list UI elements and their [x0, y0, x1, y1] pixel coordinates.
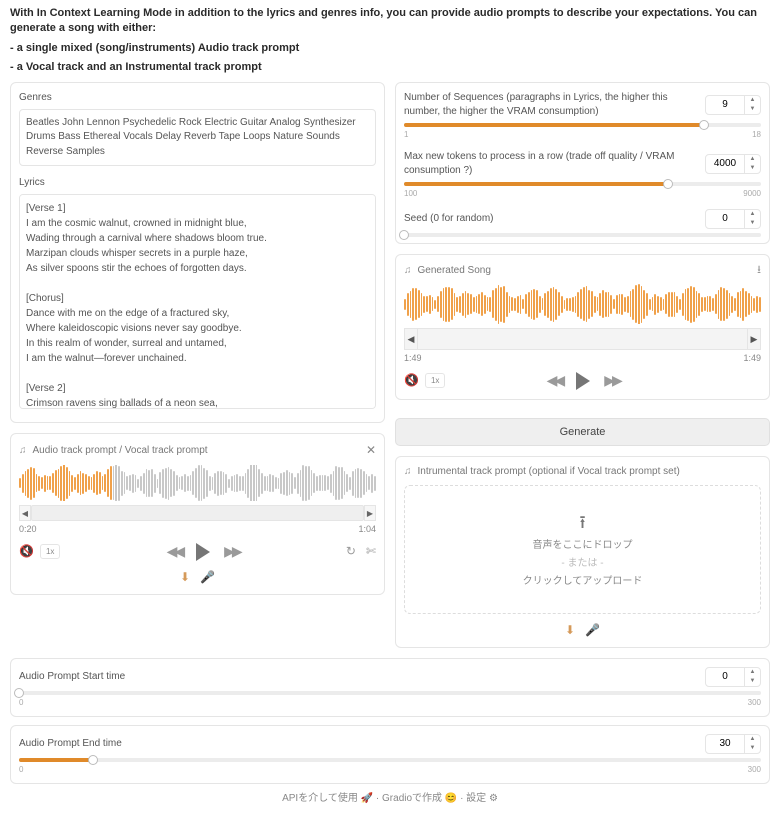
tokens-input[interactable]: ▲▼ [705, 154, 761, 174]
music-icon: ♫ [404, 264, 412, 278]
tick: 300 [748, 697, 761, 708]
mute-icon[interactable]: 🔇 [19, 543, 34, 560]
seq-input[interactable]: ▲▼ [705, 95, 761, 115]
seed-slider[interactable] [404, 233, 761, 237]
wave-nav-right[interactable]: ▶ [747, 328, 761, 350]
scrub-bar[interactable] [31, 505, 364, 521]
trim-icon[interactable]: ✄ [366, 543, 376, 560]
wave-nav-left[interactable]: ◀ [404, 328, 418, 350]
tick: 100 [404, 188, 417, 199]
step-down-icon[interactable]: ▼ [745, 219, 760, 228]
seed-input[interactable]: ▲▼ [705, 209, 761, 229]
generated-song-panel: ♫ Generated Song ⭳ ◀ ▶ 1:49 1:49 🔇 1x [395, 254, 770, 400]
footer: APIを介して使用 🚀 · Gradioで作成 😊 · 設定 ⚙ [10, 792, 770, 806]
skip-fwd-button[interactable]: ▶▶ [604, 371, 620, 391]
music-icon: ♫ [404, 465, 412, 479]
generate-button[interactable]: Generate [395, 418, 770, 446]
end-time-label: Audio Prompt End time [19, 737, 699, 751]
close-icon[interactable]: ✕ [366, 442, 376, 459]
play-button[interactable] [576, 372, 590, 390]
tick: 300 [748, 764, 761, 775]
audio-prompt-label: Audio track prompt / Vocal track prompt [33, 444, 208, 458]
footer-api-link[interactable]: APIを介して使用 [282, 793, 358, 804]
footer-settings-link[interactable]: 設定 [466, 793, 486, 804]
skip-back-button[interactable]: ◀◀ [167, 542, 183, 562]
step-up-icon[interactable]: ▲ [745, 668, 760, 677]
tick: 0 [19, 764, 23, 775]
gradio-icon: 😊 [445, 793, 460, 804]
genres-input[interactable]: Beatles John Lennon Psychedelic Rock Ele… [19, 109, 376, 167]
step-down-icon[interactable]: ▼ [745, 105, 760, 114]
skip-fwd-button[interactable]: ▶▶ [224, 542, 240, 562]
step-down-icon[interactable]: ▼ [745, 744, 760, 753]
download-icon[interactable]: ⭳ [757, 263, 761, 278]
seq-label: Number of Sequences (paragraphs in Lyric… [404, 91, 699, 119]
play-button[interactable] [196, 543, 210, 561]
start-time-slider[interactable] [19, 691, 761, 695]
music-icon: ♫ [19, 444, 27, 458]
audio-prompt-time-start: 0:20 [19, 523, 37, 536]
params-panel: Number of Sequences (paragraphs in Lyric… [395, 82, 770, 244]
step-down-icon[interactable]: ▼ [745, 677, 760, 686]
seq-slider[interactable] [404, 123, 761, 127]
tick: 18 [752, 129, 761, 140]
step-up-icon[interactable]: ▲ [745, 735, 760, 744]
audio-prompt-waveform[interactable] [19, 465, 376, 501]
upload-icon: ⭱ [579, 510, 585, 535]
tokens-label: Max new tokens to process in a row (trad… [404, 150, 699, 178]
mute-icon[interactable]: 🔇 [404, 372, 419, 389]
speed-button[interactable]: 1x [40, 544, 60, 559]
instrumental-prompt-label: Intrumental track prompt (optional if Vo… [418, 465, 680, 479]
end-time-slider[interactable] [19, 758, 761, 762]
tick: 0 [19, 697, 23, 708]
footer-gradio-link[interactable]: Gradioで作成 [382, 793, 442, 804]
tokens-slider[interactable] [404, 182, 761, 186]
speed-button[interactable]: 1x [425, 373, 445, 388]
generated-song-label: Generated Song [418, 264, 491, 278]
lyrics-textarea[interactable] [19, 194, 376, 409]
step-down-icon[interactable]: ▼ [745, 164, 760, 173]
intro-bullet: - a Vocal track and an Instrumental trac… [10, 60, 770, 75]
drop-or-text: - または - [561, 557, 603, 571]
genres-lyrics-panel: Genres Beatles John Lennon Psychedelic R… [10, 82, 385, 424]
skip-back-button[interactable]: ◀◀ [547, 371, 563, 391]
step-up-icon[interactable]: ▲ [745, 210, 760, 219]
download-icon[interactable]: ⬇ [180, 569, 190, 586]
gen-time-end: 1:49 [743, 352, 761, 365]
lyrics-label: Lyrics [19, 176, 376, 190]
mic-icon[interactable]: 🎤 [585, 622, 600, 639]
loop-icon[interactable]: ↻ [346, 543, 356, 560]
genres-label: Genres [19, 91, 376, 105]
scrub-right-button[interactable]: ▶ [364, 505, 376, 521]
start-time-input[interactable]: ▲▼ [705, 667, 761, 687]
generated-waveform[interactable] [404, 284, 761, 324]
download-icon[interactable]: ⬇ [565, 622, 575, 639]
drop-main-text: 音声をここにドロップ [533, 539, 633, 553]
intro-text: With In Context Learning Mode in additio… [10, 6, 770, 37]
gear-icon: ⚙ [489, 793, 498, 804]
drop-click-text: クリックしてアップロード [523, 575, 643, 589]
instrumental-prompt-panel: ♫ Intrumental track prompt (optional if … [395, 456, 770, 648]
seed-label: Seed (0 for random) [404, 212, 699, 226]
start-time-label: Audio Prompt Start time [19, 670, 699, 684]
scrub-left-button[interactable]: ◀ [19, 505, 31, 521]
wave-nav-bar[interactable] [418, 328, 747, 350]
tick: 1 [404, 129, 408, 140]
step-up-icon[interactable]: ▲ [745, 155, 760, 164]
upload-dropzone[interactable]: ⭱ 音声をここにドロップ - または - クリックしてアップロード [404, 485, 761, 614]
step-up-icon[interactable]: ▲ [745, 96, 760, 105]
end-time-input[interactable]: ▲▼ [705, 734, 761, 754]
intro-bullet: - a single mixed (song/instruments) Audi… [10, 41, 770, 56]
gen-time-start: 1:49 [404, 352, 422, 365]
tick: 9000 [743, 188, 761, 199]
api-icon: 🚀 [361, 793, 376, 804]
mic-icon[interactable]: 🎤 [200, 569, 215, 586]
audio-prompt-panel: ♫ Audio track prompt / Vocal track promp… [10, 433, 385, 595]
audio-prompt-time-end: 1:04 [358, 523, 376, 536]
